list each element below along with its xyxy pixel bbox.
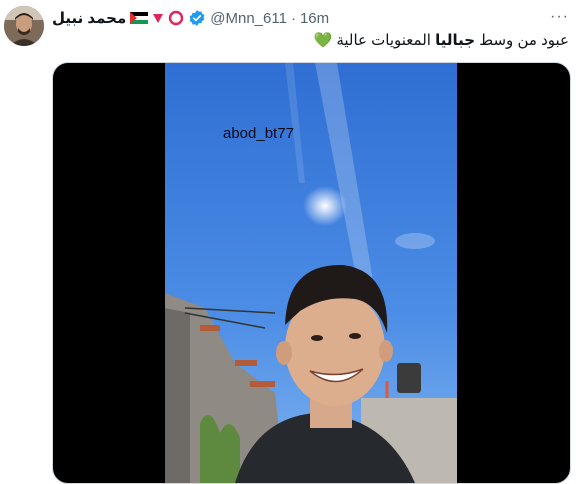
green-heart-icon: 💚 (313, 32, 333, 49)
video-scene (165, 63, 457, 483)
separator-dot: · (290, 9, 296, 27)
video-media[interactable]: abod_bt77 (52, 62, 571, 484)
post-header: محمد نبيل @Mnn_611 · 16m (52, 8, 329, 28)
tweet-text: عبود من وسط جباليا المعنويات عالية 💚 (313, 31, 569, 49)
more-icon[interactable]: ··· (550, 8, 569, 26)
verified-badge-icon (189, 10, 205, 26)
tweet-text-bold: جباليا (435, 32, 476, 49)
author-avatar[interactable] (4, 6, 44, 46)
tweet-text-part1: عبود من وسط (475, 32, 569, 49)
author-handle[interactable]: @Mnn_611 (210, 10, 287, 27)
video-watermark: abod_bt77 (223, 125, 294, 142)
video-frame: abod_bt77 (165, 63, 457, 483)
red-circle-icon (169, 10, 184, 26)
palestine-flag-icon (130, 12, 149, 24)
author-name[interactable]: محمد نبيل (52, 9, 126, 27)
red-triangle-icon (153, 14, 164, 23)
tweet-text-part2: المعنويات عالية (332, 32, 436, 49)
post-time[interactable]: 16m (300, 10, 329, 27)
